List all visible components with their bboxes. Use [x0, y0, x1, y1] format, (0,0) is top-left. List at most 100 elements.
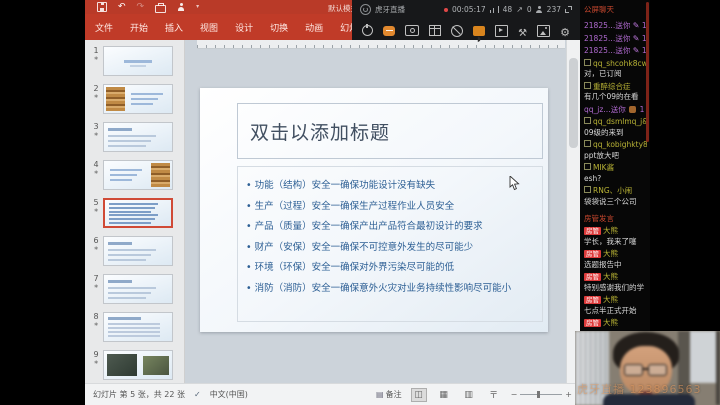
slide-thumb-8[interactable]: 8∗ [89, 312, 184, 342]
redo-icon[interactable]: ↷ [137, 3, 145, 12]
slide-thumb-5[interactable]: 5∗ [89, 198, 184, 228]
language-label[interactable]: 中文(中国) [210, 389, 248, 400]
chat-message: MIK酱esh? [584, 163, 647, 184]
animation-star-icon: ∗ [89, 207, 103, 214]
online-icon [536, 6, 543, 13]
thumb-number: 6 [89, 236, 103, 245]
slide-thumb-2[interactable]: 2∗ [89, 84, 184, 114]
chat-messages: 21825…送你 ✎ 121825…送你 ✎ 121825…送你 ✎ 1qq_s… [584, 21, 647, 329]
chat-scrollbar[interactable] [646, 2, 649, 142]
animation-star-icon: ∗ [89, 55, 103, 62]
view-slideshow-button[interactable]: 〒 [486, 388, 502, 402]
animation-star-icon: ∗ [89, 283, 103, 290]
thumb-number: 4 [89, 160, 103, 169]
chat-text: 09级的来到 [584, 128, 647, 139]
chat-header: 公屏聊天 [584, 4, 647, 15]
media-icon[interactable] [473, 26, 485, 36]
chat-section-header: 房管发言 [584, 213, 647, 224]
scene-icon[interactable] [495, 25, 508, 37]
chat-text: esh? [584, 174, 647, 185]
thumb-number: 9 [89, 350, 103, 359]
bullet-item: • 生产（过程）安全一确保生产过程作业人员安全 [246, 197, 542, 218]
tab-7[interactable]: 动画 [305, 21, 323, 34]
screen-share-icon[interactable] [405, 25, 419, 36]
slide-thumb-1[interactable]: 1∗ [89, 46, 184, 76]
share-count: 0 [527, 5, 532, 14]
tools-icon[interactable] [518, 21, 527, 40]
chat-message: 房管大熊特别感谢我们的学 [584, 272, 647, 293]
tab-1[interactable]: 文件 [95, 21, 113, 34]
thumb-number: 8 [89, 312, 103, 321]
slide-thumb-4[interactable]: 4∗ [89, 160, 184, 190]
scrollbar-thumb[interactable] [569, 58, 578, 148]
animation-star-icon: ∗ [89, 93, 103, 100]
mode-label[interactable]: 默认模式 [328, 3, 354, 14]
slide-thumb-7[interactable]: 7∗ [89, 274, 184, 304]
view-reading-button[interactable]: ▥ [461, 388, 477, 402]
status-bar: 幻灯片 第 5 张，共 22 张 ✓ 中文(中国) 备注 ◫ ▦ ▥ 〒 − + [85, 383, 580, 405]
content-placeholder[interactable]: • 功能（结构）安全一确保功能设计没有缺失• 生产（过程）安全一确保生产过程作业… [237, 166, 543, 322]
title-placeholder[interactable]: 双击以添加标题 [237, 103, 543, 159]
image-icon[interactable] [537, 25, 550, 37]
chat-text: 有几个09的在看 [584, 92, 647, 103]
stream-stats-row: 虎牙直播 00:05:17 48 ↗ 0 237 [352, 0, 580, 16]
zoom-control[interactable]: − + [511, 390, 572, 399]
tab-5[interactable]: 设计 [235, 21, 253, 34]
slide-thumb-3[interactable]: 3∗ [89, 122, 184, 152]
zoom-out-icon[interactable]: − [511, 390, 518, 399]
gift-icon[interactable] [429, 25, 441, 36]
zoom-in-icon[interactable]: + [565, 390, 572, 399]
chat-message: 21825…送你 ✎ 1 [584, 46, 647, 57]
slide-canvas[interactable]: 双击以添加标题 • 功能（结构）安全一确保功能设计没有缺失• 生产（过程）安全一… [200, 88, 548, 332]
stream-duration: 00:05:17 [452, 5, 486, 14]
zoom-slider[interactable] [520, 394, 562, 395]
thumb-number: 5 [89, 198, 103, 207]
power-icon[interactable] [362, 25, 373, 36]
view-normal-button[interactable]: ◫ [411, 388, 427, 402]
print-icon[interactable] [155, 5, 166, 13]
user-account-icon[interactable] [177, 3, 185, 12]
zoom-knob[interactable] [537, 391, 540, 398]
bullet-item: • 财产（安保）安全一确保不可控意外发生的尽可能少 [246, 238, 542, 259]
tab-3[interactable]: 插入 [165, 21, 183, 34]
chat-username: qq_dsmlmq_j&… [593, 117, 647, 126]
mouse-cursor [509, 176, 520, 191]
mute-icon[interactable] [451, 25, 463, 37]
view-sorter-button[interactable]: ▦ [436, 388, 452, 402]
chat-message: 房管大熊七点半正式开始 [584, 295, 647, 316]
window-background-right [690, 331, 716, 383]
bullet-item: • 消防（消防）安全一确保意外火灾对业务持续性影响尽可能小 [246, 279, 542, 300]
bullet-item: • 环境（环保）安全一确保对外界污染尽可能的低 [246, 258, 542, 279]
chat-text: 特别感谢我们的学 [584, 283, 647, 294]
thumbnail-list: 1∗2∗3∗4∗5∗6∗7∗8∗9∗ [85, 46, 184, 380]
slide-bullets: • 功能（结构）安全一确保功能设计没有缺失• 生产（过程）安全一确保生产过程作业… [246, 176, 542, 299]
gift-bear-icon [629, 106, 636, 113]
title-placeholder-text: 双击以添加标题 [250, 118, 390, 145]
glasses [624, 364, 669, 376]
slide-thumb-9[interactable]: 9∗ [89, 350, 184, 380]
caret-down-icon[interactable]: ▾ [196, 4, 199, 10]
slide-thumb-6[interactable]: 6∗ [89, 236, 184, 266]
thumb-number: 1 [89, 46, 103, 55]
tab-6[interactable]: 切换 [270, 21, 288, 34]
chat-username: RNG、小闹 [593, 186, 632, 195]
chat-icon[interactable] [383, 26, 395, 36]
thumbnail-panel: 1∗2∗3∗4∗5∗6∗7∗8∗9∗ [85, 40, 185, 383]
share-icon[interactable]: ↗ [516, 6, 523, 14]
settings-icon[interactable] [560, 21, 570, 40]
expand-icon[interactable] [565, 6, 572, 13]
tab-4[interactable]: 视图 [200, 21, 218, 34]
spellcheck-icon[interactable]: ✓ [194, 390, 201, 399]
chat-message: 房管大熊 [584, 318, 647, 329]
viewers-icon [490, 6, 499, 13]
ppt-window: ↶ ↷ ▾ 默认模式 文件开始插入视图设计切换动画幻灯片 1∗2∗3∗4∗5∗6… [85, 0, 580, 405]
chat-username: qq_kobighkty8 [593, 140, 647, 149]
undo-icon[interactable]: ↶ [118, 3, 126, 12]
animation-star-icon: ∗ [89, 321, 103, 328]
stream-toolbar: 虎牙直播 00:05:17 48 ↗ 0 237 [352, 0, 580, 40]
tab-2[interactable]: 开始 [130, 21, 148, 34]
notes-button[interactable]: 备注 [376, 389, 402, 400]
animation-star-icon: ∗ [89, 169, 103, 176]
save-icon[interactable] [97, 2, 107, 12]
moderator-badge: 房管 [584, 319, 601, 327]
